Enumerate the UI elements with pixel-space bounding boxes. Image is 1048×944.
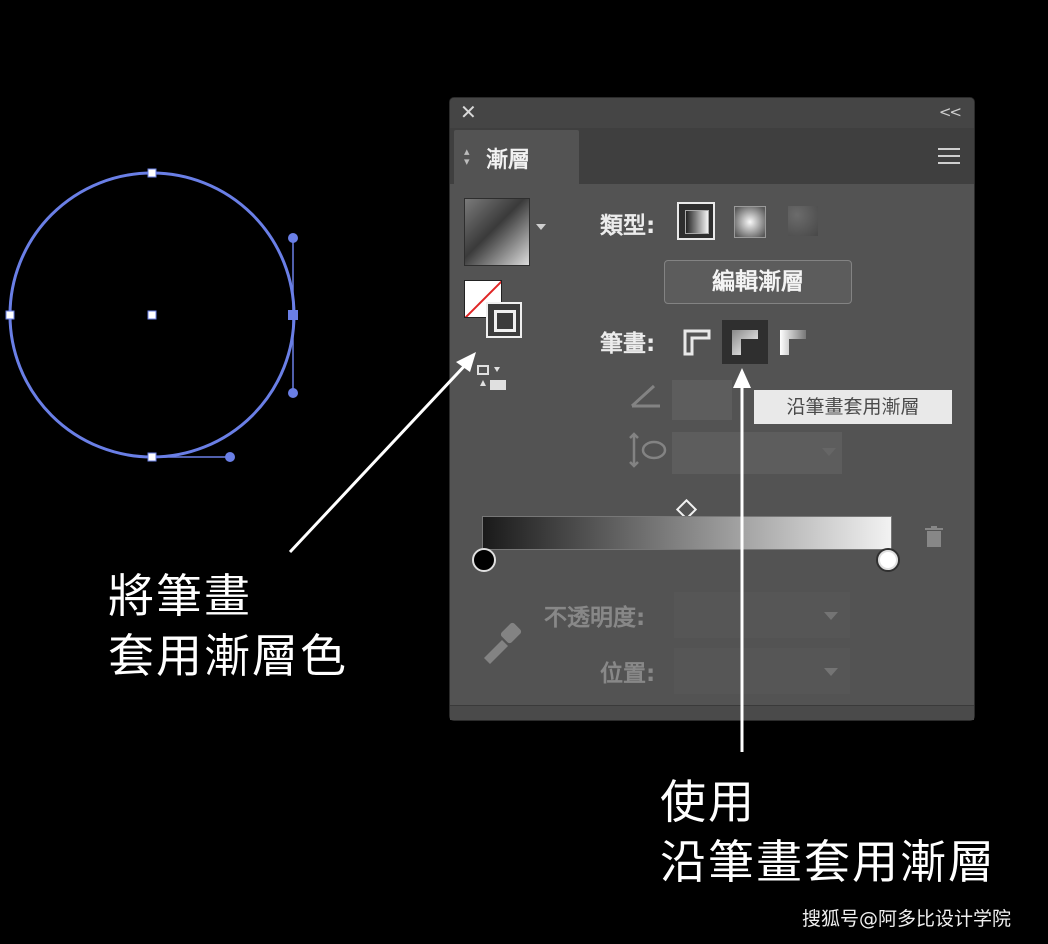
- annotation-right-line2: 沿筆畫套用漸層: [660, 835, 996, 889]
- arrow-to-stroke-swatch: [288, 358, 472, 554]
- arrowhead-left: [456, 352, 476, 372]
- annotation-left-line2: 套用漸層色: [108, 629, 348, 683]
- annotation-right-line1: 使用: [660, 775, 756, 829]
- watermark: 搜狐号@阿多比设计学院: [802, 908, 1012, 930]
- annotation-right: 使用 沿筆畫套用漸層: [660, 772, 996, 892]
- annotation-left: 將筆畫 套用漸層色: [108, 566, 348, 686]
- arrowhead-right: [733, 368, 751, 388]
- annotation-left-line1: 將筆畫: [108, 569, 252, 623]
